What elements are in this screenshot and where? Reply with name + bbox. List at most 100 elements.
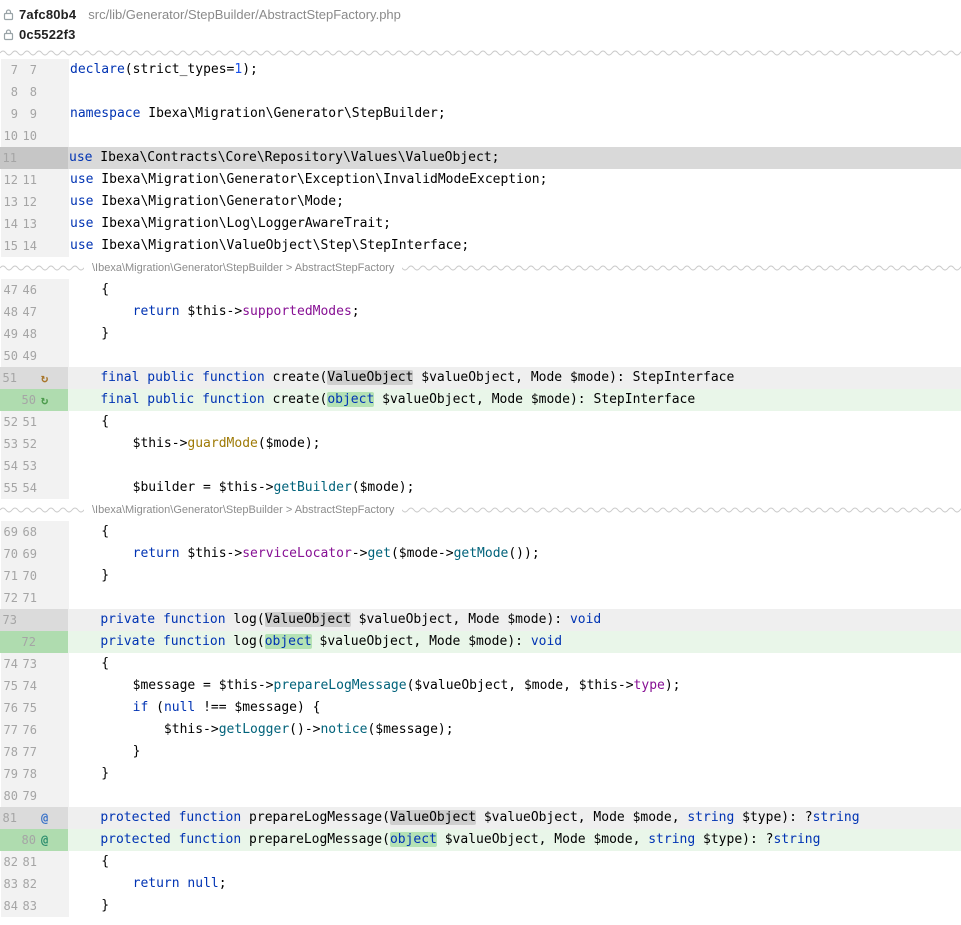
code-token: { [70,414,109,429]
code-text[interactable] [69,125,961,147]
line-number-new: 8 [21,81,37,103]
code-token: return [133,876,180,891]
code-text[interactable]: protected function prepareLogMessage(Val… [68,807,961,829]
code-text[interactable]: { [69,521,961,543]
code-text[interactable]: use Ibexa\Migration\Generator\Mode; [69,191,961,213]
code-text[interactable]: namespace Ibexa\Migration\Generator\Step… [69,103,961,125]
code-text[interactable]: $this->guardMode($mode); [69,433,961,455]
code-token [69,810,100,825]
code-text[interactable]: } [69,565,961,587]
code-text[interactable] [69,81,961,103]
code-line: 6968 { [0,521,961,543]
code-token: -> [352,546,368,561]
gutter: 88 [1,81,69,103]
code-text[interactable]: final public function create(object $val… [68,389,961,411]
line-number-new: 48 [21,323,37,345]
code-text[interactable]: protected function prepareLogMessage(obj… [68,829,961,851]
code-text[interactable]: { [69,279,961,301]
line-number-new: 77 [21,741,37,763]
code-token: null [187,876,218,891]
gutter: 99 [1,103,69,125]
circular-arrow-icon[interactable]: ↻ [41,394,48,406]
code-line: 5453 [0,455,961,477]
line-number-new: 12 [21,191,37,213]
line-number-new: 11 [21,169,37,191]
code-line: 1312use Ibexa\Migration\Generator\Mode; [0,191,961,213]
line-number-new: 83 [21,895,37,917]
code-token: final [100,370,139,385]
code-text[interactable]: use Ibexa\Migration\ValueObject\Step\Ste… [69,235,961,257]
commit-icon [3,28,14,41]
gutter: 5554 [1,477,69,499]
line-number-old: 14 [1,213,18,235]
diff-header: 7afc80b4 src/lib/Generator/StepBuilder/A… [0,0,961,46]
line-number-old: 79 [1,763,18,785]
code-text[interactable]: } [69,895,961,917]
code-text[interactable] [69,785,961,807]
code-token: use [70,238,93,253]
collapsed-region-separator[interactable] [0,46,961,59]
collapsed-region-label: \Ibexa\Migration\Generator\StepBuilder >… [84,504,402,516]
gutter: 50↻ [0,389,68,411]
code-token: void [570,612,601,627]
line-number-old: 12 [1,169,18,191]
line-number-new: 49 [21,345,37,367]
code-token: function [202,392,265,407]
code-text[interactable]: private function log(object $valueObject… [68,631,961,653]
code-token: ( [148,700,164,715]
code-token [70,304,133,319]
code-text[interactable]: return null; [69,873,961,895]
code-text[interactable]: return $this->supportedModes; [69,301,961,323]
code-token: $valueObject, Mode $mode): [351,612,570,627]
code-text[interactable]: $this->getLogger()->notice($message); [69,719,961,741]
code-token: ); [242,62,258,77]
code-text[interactable]: { [69,851,961,873]
code-text[interactable] [69,345,961,367]
code-token: $valueObject, Mode $mode, [476,810,687,825]
code-token: ValueObject [265,612,351,627]
code-text[interactable]: use Ibexa\Contracts\Core\Repository\Valu… [68,147,961,169]
at-sign-icon[interactable]: @ [41,834,48,846]
commit-hash-bottom: 0c5522f3 [19,27,76,42]
code-token: object [327,392,374,407]
code-text[interactable]: { [69,411,961,433]
code-text[interactable]: $message = $this->prepareLogMessage($val… [69,675,961,697]
gutter: 7271 [1,587,69,609]
diff-editor: 77 declare(strict_types=1);8899namespace … [0,46,961,917]
gutter: 4746 [1,279,69,301]
code-text[interactable]: private function log(ValueObject $valueO… [68,609,961,631]
code-token: declare [70,62,125,77]
at-sign-icon[interactable]: @ [41,812,48,824]
code-token [69,370,100,385]
code-text[interactable]: return $this->serviceLocator->get($mode-… [69,543,961,565]
code-text[interactable] [69,455,961,477]
collapsed-region-separator[interactable]: \Ibexa\Migration\Generator\StepBuilder >… [0,257,961,279]
code-text[interactable]: use Ibexa\Migration\Generator\Exception\… [69,169,961,191]
code-text[interactable]: final public function create(ValueObject… [68,367,961,389]
gutter: 8483 [1,895,69,917]
code-text[interactable]: } [69,323,961,345]
collapsed-region-separator[interactable]: \Ibexa\Migration\Generator\StepBuilder >… [0,499,961,521]
line-number-old: 52 [1,411,18,433]
code-token [194,370,202,385]
code-text[interactable]: { [69,653,961,675]
code-text[interactable]: } [69,741,961,763]
line-number-old: 9 [1,103,18,125]
code-text[interactable]: if (null !== $message) { [69,697,961,719]
code-text[interactable] [69,587,961,609]
line-number-old: 53 [1,433,18,455]
code-text[interactable]: } [69,763,961,785]
code-text[interactable]: declare(strict_types=1); [69,59,961,81]
code-text[interactable]: $builder = $this->getBuilder($mode); [69,477,961,499]
gutter: 80@ [0,829,68,851]
code-token: function [163,634,226,649]
code-token: ()); [508,546,539,561]
line-number-new: 51 [21,411,37,433]
code-token: type [634,678,665,693]
file-path: src/lib/Generator/StepBuilder/AbstractSt… [88,7,401,22]
line-number-new: 7 [21,59,37,81]
code-token: ValueObject [327,370,413,385]
code-line: 7978 } [0,763,961,785]
circular-arrow-icon[interactable]: ↻ [41,372,48,384]
code-text[interactable]: use Ibexa\Migration\Log\LoggerAwareTrait… [69,213,961,235]
